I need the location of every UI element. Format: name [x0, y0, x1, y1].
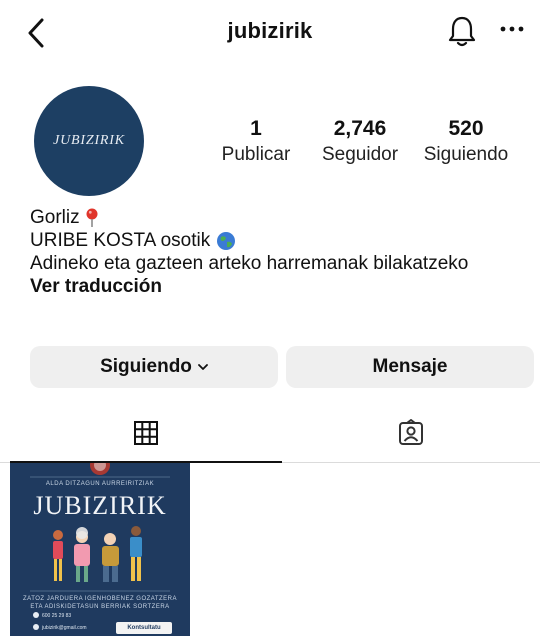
see-translation-line[interactable]: Ver traducción [30, 275, 530, 298]
chevron-down-icon [198, 364, 208, 370]
post-thumbnail[interactable]: ALDA DITZAGUN AURREIRITZIAK JUBIZIRIK ZA… [10, 463, 190, 636]
bio-location-text: Gorliz [30, 207, 80, 228]
followers-count-stat[interactable]: 2,746 Seguidor [314, 116, 406, 168]
poster-artwork [30, 463, 170, 630]
poster-email: jubizirik@gmail.com [42, 625, 87, 631]
grid-icon [134, 420, 158, 445]
posts-count: 1 [250, 117, 262, 140]
profile-bio: Gorliz URIBE KOSTA osotik Adineko eta ga… [30, 206, 530, 298]
posts-count-stat[interactable]: 1 Publicar [214, 116, 298, 168]
following-count: 520 [448, 117, 484, 140]
more-options-icon[interactable] [498, 22, 526, 36]
posts-label: Publicar [221, 144, 291, 165]
top-bar: jubizirik [0, 0, 540, 70]
poster-cta-button: Kontsultatu [116, 622, 172, 634]
followers-count: 2,746 [333, 117, 387, 140]
bio-location-line: Gorliz [30, 206, 530, 229]
globe-icon [217, 231, 236, 250]
poster-caption-line2: ETA ADISKIDETASUN BERRIAK SORTZERA [30, 604, 170, 610]
poster-phone: 600 25 29 83 [42, 613, 72, 619]
tab-tagged[interactable] [282, 404, 540, 462]
bio-region-text: URIBE KOSTA osotik [30, 230, 211, 251]
following-label: Siguiendo [423, 144, 509, 165]
profile-tabs [0, 404, 540, 463]
message-button-label: Mensaje [372, 356, 448, 377]
followers-label: Seguidor [321, 144, 399, 165]
poster-title: JUBIZIRIK [33, 491, 167, 520]
profile-avatar[interactable]: JUBIZIRIK [34, 86, 144, 196]
poster-top-text: ALDA DITZAGUN AURREIRITZIAK [45, 481, 155, 487]
bio-description-text: Adineko eta gazteen arteko harremanak bi… [30, 253, 469, 274]
bell-icon[interactable] [446, 14, 478, 48]
map-pin-icon [86, 208, 98, 227]
tagged-person-icon [399, 419, 423, 445]
following-button[interactable]: Siguiendo [30, 346, 278, 388]
message-button[interactable]: Mensaje [286, 346, 534, 388]
poster-caption-line1: ZATOZ JARDUERA IGENHOBENEZ GOZATZERA [22, 596, 177, 602]
tab-grid[interactable] [10, 404, 282, 463]
bio-region-line: URIBE KOSTA osotik [30, 229, 530, 252]
see-translation-link[interactable]: Ver traducción [30, 275, 162, 298]
avatar-logo-text: JUBIZIRIK [53, 133, 125, 148]
following-count-stat[interactable]: 520 Siguiendo [416, 116, 516, 168]
bio-description-line: Adineko eta gazteen arteko harremanak bi… [30, 252, 530, 275]
following-button-label: Siguiendo [100, 356, 192, 377]
